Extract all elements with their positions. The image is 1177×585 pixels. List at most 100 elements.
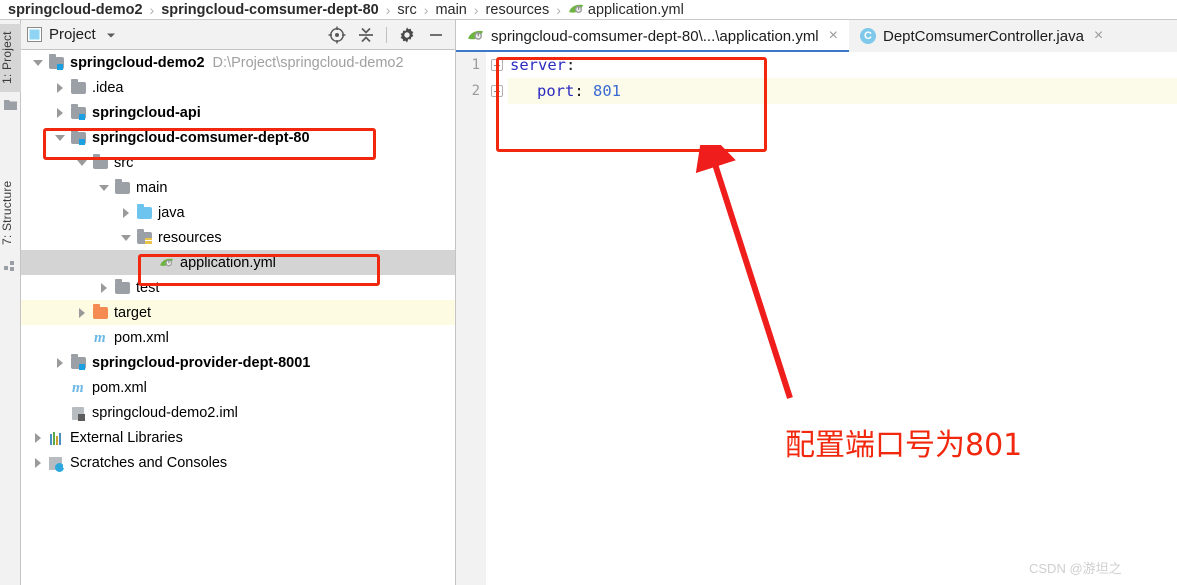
tree-row-pom-xml[interactable]: m pom.xml	[21, 325, 455, 350]
tree-row-test[interactable]: test	[21, 275, 455, 300]
chevron-down-icon[interactable]	[77, 157, 88, 168]
tree-row-label: springcloud-demo2	[70, 54, 205, 71]
module-folder-icon	[70, 129, 87, 146]
tree-row-label: External Libraries	[70, 429, 183, 446]
tree-row-label: Scratches and Consoles	[70, 454, 228, 471]
yaml-value: 801	[593, 82, 622, 100]
tree-row-label: pom.xml	[92, 379, 147, 396]
tree-row-application-yml[interactable]: application.yml	[21, 250, 455, 275]
module-folder-icon	[70, 354, 87, 371]
breadcrumb-item-project[interactable]: springcloud-demo2	[6, 2, 145, 18]
tree-row-label: java	[158, 204, 185, 221]
tree-row-target[interactable]: target	[21, 300, 455, 325]
hide-panel-icon[interactable]	[427, 26, 445, 44]
chevron-down-icon[interactable]	[105, 29, 117, 41]
left-tool-window-bar: 1: Project 7: Structure	[0, 20, 21, 585]
chevron-down-icon[interactable]	[121, 232, 132, 243]
project-window-icon	[27, 27, 42, 42]
maven-icon: m	[94, 329, 106, 346]
chevron-right-icon[interactable]	[99, 282, 110, 293]
chevron-right-icon[interactable]	[121, 207, 132, 218]
tree-row--idea[interactable]: .idea	[21, 75, 455, 100]
tree-row-java[interactable]: java	[21, 200, 455, 225]
toolbar-divider	[386, 26, 387, 43]
folder-icon	[114, 179, 131, 196]
chevron-down-icon[interactable]	[99, 182, 110, 193]
editor-tab-label: DeptComsumerController.java	[883, 27, 1084, 45]
editor-tab-application-yml[interactable]: springcloud-comsumer-dept-80\...\applica…	[456, 20, 849, 52]
tree-row-label: springcloud-api	[92, 104, 201, 121]
breadcrumb-item-file[interactable]: application.yml	[566, 2, 686, 18]
chevron-right-icon[interactable]	[55, 357, 66, 368]
tree-row-label: springcloud-demo2.iml	[92, 404, 238, 421]
tree-row-springcloud-demo2-iml[interactable]: springcloud-demo2.iml	[21, 400, 455, 425]
spring-leaf-icon	[468, 30, 483, 40]
breadcrumb-item-main[interactable]: main	[433, 2, 468, 18]
tree-row-external-libraries[interactable]: External Libraries	[21, 425, 455, 450]
collapse-all-icon[interactable]	[357, 26, 375, 44]
fold-toggle-icon[interactable]	[491, 85, 503, 97]
tree-row-springcloud-api[interactable]: springcloud-api	[21, 100, 455, 125]
folder-icon	[114, 279, 131, 296]
module-folder-icon	[48, 54, 65, 71]
tree-row-springcloud-demo2[interactable]: springcloud-demo2 D:\Project\springcloud-…	[21, 50, 455, 75]
code-folding-gutter[interactable]	[486, 52, 508, 585]
yaml-key: server	[510, 56, 566, 74]
maven-icon: m	[72, 379, 84, 396]
spring-leaf-icon	[158, 255, 175, 271]
fold-toggle-icon[interactable]	[491, 59, 503, 71]
tree-row-label: springcloud-provider-dept-8001	[92, 354, 311, 371]
project-panel-title: Project	[49, 26, 96, 43]
project-tree[interactable]: springcloud-demo2 D:\Project\springcloud-…	[21, 50, 455, 585]
chevron-right-icon[interactable]	[33, 457, 44, 468]
line-number: 2	[471, 83, 480, 99]
tree-row-label: test	[136, 279, 160, 296]
close-icon[interactable]: ×	[829, 27, 838, 45]
sidebar-item-project[interactable]: 1: Project	[0, 24, 21, 92]
folder-icon	[70, 79, 87, 96]
tree-row-springcloud-comsumer-dept-80[interactable]: springcloud-comsumer-dept-80	[21, 125, 455, 150]
locate-target-icon[interactable]	[328, 26, 346, 44]
breadcrumb-item-resources[interactable]: resources	[484, 2, 552, 18]
breadcrumb-item-src[interactable]: src	[395, 2, 418, 18]
editor-tab-label: springcloud-comsumer-dept-80\...\applica…	[491, 27, 819, 45]
ide-window: springcloud-demo2 › springcloud-comsumer…	[0, 0, 1177, 585]
watermark: CSDN @游坦之	[1029, 561, 1122, 576]
chevron-down-icon[interactable]	[33, 57, 44, 68]
editor-tab-deptcomsumercontroller-java[interactable]: C DeptComsumerController.java ×	[849, 20, 1114, 52]
scratches-icon	[48, 455, 65, 472]
chevron-right-icon[interactable]	[55, 107, 66, 118]
breadcrumb-item-module[interactable]: springcloud-comsumer-dept-80	[159, 2, 381, 18]
tree-row-main[interactable]: main	[21, 175, 455, 200]
tree-row-label: main	[136, 179, 168, 196]
java-class-icon: C	[860, 28, 876, 44]
close-icon[interactable]: ×	[1094, 27, 1103, 45]
code-line-2: port: 801	[537, 82, 621, 100]
settings-gear-icon[interactable]	[398, 26, 416, 44]
editor-marker-strip[interactable]	[1164, 52, 1177, 585]
tree-row-resources[interactable]: resources	[21, 225, 455, 250]
breadcrumb-separator-icon: ›	[385, 1, 391, 18]
tree-row-label: resources	[158, 229, 222, 246]
yaml-key: port	[537, 82, 575, 100]
chevron-down-icon[interactable]	[55, 132, 66, 143]
tree-row-src[interactable]: src	[21, 150, 455, 175]
breadcrumb-separator-icon: ›	[149, 1, 155, 18]
chevron-right-icon[interactable]	[77, 307, 88, 318]
sidebar-item-structure[interactable]: 7: Structure	[0, 170, 21, 256]
editor-tab-bar: springcloud-comsumer-dept-80\...\applica…	[456, 20, 1177, 52]
chevron-right-icon[interactable]	[33, 432, 44, 443]
excluded-folder-icon	[92, 304, 109, 321]
yaml-colon: :	[566, 56, 576, 74]
tree-row-scratches-and-consoles[interactable]: Scratches and Consoles	[21, 450, 455, 475]
project-tool-window: Project springcloud-demo2 D:\Project\spr…	[21, 20, 455, 585]
source-folder-icon	[136, 204, 153, 221]
tree-row-springcloud-provider-dept-8001[interactable]: springcloud-provider-dept-8001	[21, 350, 455, 375]
chevron-right-icon[interactable]	[55, 82, 66, 93]
tree-row-pom-xml[interactable]: m pom.xml	[21, 375, 455, 400]
folder-icon	[92, 154, 109, 171]
